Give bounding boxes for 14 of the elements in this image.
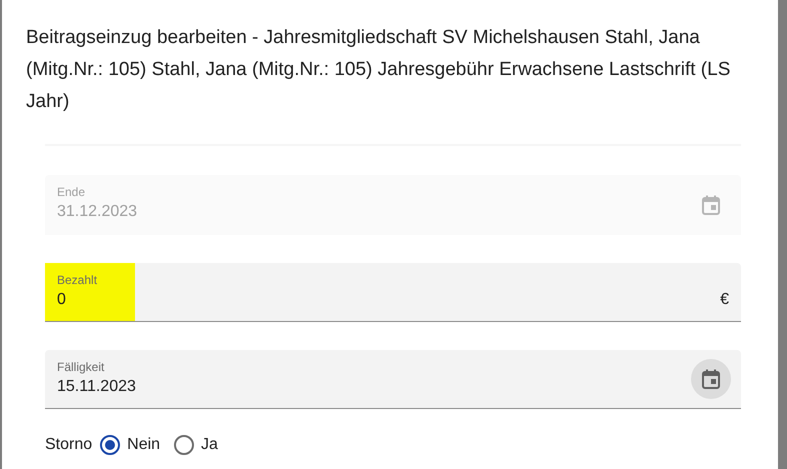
calendar-icon[interactable]: [702, 369, 720, 389]
storno-label: Storno: [45, 436, 92, 454]
field-label: Ende: [57, 184, 86, 200]
field-value: 31.12.2023: [57, 202, 138, 222]
field-value: 0: [57, 290, 67, 310]
currency-suffix: €: [720, 291, 729, 309]
dialog-title: Beitragseinzug bearbeiten - Jahresmitgliedschaft SV Michelshausen Stahl, Jana (Mitg.Nr.: 105) Stahl, Jana (Mitg.Nr.: 105) Jahresgebühr Erwachsene Lastschrift (LS Jahr): [25, 26, 732, 114]
field-value: 15.11.2023: [57, 377, 136, 397]
radio-option[interactable]: Ja: [174, 435, 218, 455]
field-label: Bezahlt: [57, 272, 98, 288]
field-label: Fälligkeit: [57, 359, 106, 375]
radio-option[interactable]: Nein: [100, 435, 160, 455]
amount-field[interactable]: Bezahlt 0 €: [45, 263, 741, 322]
date-field[interactable]: Fälligkeit 15.11.2023: [45, 350, 741, 409]
